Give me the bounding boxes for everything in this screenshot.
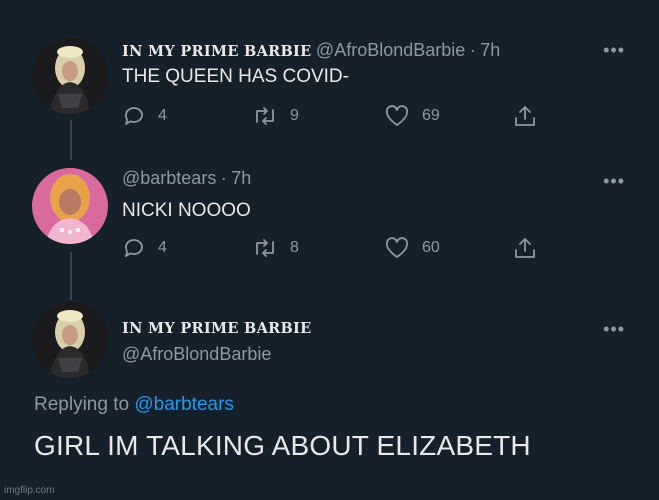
tweet-header: @barbtears · 7h [122, 168, 251, 189]
display-name[interactable]: IN MY PRIME BARBIE [122, 320, 311, 337]
reply-count: 4 [158, 239, 167, 256]
share-icon [515, 106, 535, 126]
like-button[interactable]: 60 [384, 236, 440, 260]
more-icon[interactable]: ••• [603, 320, 625, 338]
thread-line-2 [70, 252, 72, 300]
handle[interactable]: @barbtears [122, 168, 216, 188]
like-icon [385, 237, 409, 258]
replying-to: Replying to @barbtears [34, 394, 234, 416]
reply-count: 4 [158, 107, 167, 124]
avatar[interactable] [32, 302, 108, 378]
like-count: 60 [422, 239, 440, 256]
handle[interactable]: @AfroBlondBarbie [122, 344, 271, 364]
retweet-button[interactable]: 8 [252, 236, 299, 260]
reply-icon [125, 239, 143, 257]
avatar-barbtears-pink-image [32, 168, 108, 244]
main-tweet-name: IN MY PRIME BARBIE [122, 320, 311, 338]
share-icon [515, 238, 535, 258]
main-tweet-text: GIRL IM TALKING ABOUT ELIZABETH [34, 430, 531, 461]
replying-to-label: Replying to [34, 394, 130, 415]
main-tweet-handle-row: @AfroBlondBarbie [122, 344, 271, 365]
timestamp[interactable]: 7h [480, 40, 500, 60]
avatar-barbie-dark-image [32, 302, 108, 378]
retweet-button[interactable]: 9 [252, 104, 299, 128]
watermark: imgflip.com [4, 485, 55, 496]
reply-button[interactable]: 4 [122, 104, 167, 128]
more-icon[interactable]: ••• [603, 41, 625, 59]
avatar[interactable] [32, 168, 108, 244]
more-icon[interactable]: ••• [603, 172, 625, 190]
separator: · [220, 168, 227, 188]
share-button[interactable] [512, 235, 550, 261]
avatar[interactable] [32, 38, 108, 114]
tweet-text: NICKI NOOOO [122, 200, 251, 221]
share-button[interactable] [512, 103, 550, 129]
thread-line-1 [70, 120, 72, 160]
timestamp[interactable]: 7h [231, 168, 251, 188]
retweet-count: 8 [290, 239, 299, 256]
like-icon [385, 105, 409, 126]
like-count: 69 [422, 107, 440, 124]
separator: · [469, 40, 476, 60]
avatar-barbie-dark-image [32, 38, 108, 114]
retweet-icon [256, 239, 274, 257]
reply-button[interactable]: 4 [122, 236, 167, 260]
like-button[interactable]: 69 [384, 104, 440, 128]
tweet-text: THE QUEEN HAS COVID- [122, 66, 349, 87]
reply-icon [125, 107, 143, 125]
replying-to-mention[interactable]: @barbtears [134, 394, 234, 415]
display-name[interactable]: IN MY PRIME BARBIE [122, 43, 311, 60]
handle[interactable]: @AfroBlondBarbie [316, 40, 465, 60]
tweet-header: IN MY PRIME BARBIE @AfroBlondBarbie · 7h [122, 40, 500, 61]
retweet-icon [256, 107, 274, 125]
retweet-count: 9 [290, 107, 299, 124]
